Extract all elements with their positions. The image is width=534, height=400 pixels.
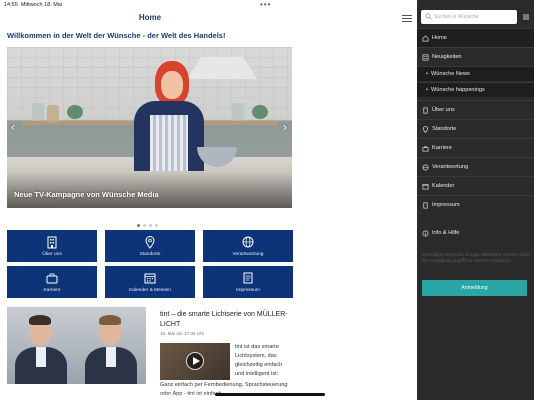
- tile-label: Verantwortung: [232, 252, 264, 257]
- sidebar-item-info-hilfe[interactable]: Info & Hilfe: [417, 224, 534, 243]
- tile-label: Kalender & Messen: [129, 288, 171, 293]
- tile-label: Über uns: [42, 252, 62, 257]
- page-title: Home: [138, 13, 162, 22]
- news-image[interactable]: [7, 307, 146, 384]
- search-box[interactable]: [421, 10, 517, 24]
- news-video[interactable]: [160, 343, 230, 380]
- sidebar-item-label: Info & Hilfe: [432, 230, 460, 236]
- news-title[interactable]: tint – die smarte Lichtserie von MÜLLER-…: [160, 310, 295, 330]
- sidebar-item-impressum[interactable]: Impressum: [417, 195, 534, 214]
- location-pin-icon: [422, 126, 429, 133]
- status-time: 14:55 Mittwoch 18. Mai: [4, 2, 63, 8]
- sidebar-item-standorte[interactable]: Standorte: [417, 119, 534, 138]
- sidebar-item-label: Wünsche News: [431, 71, 470, 77]
- sidebar-item-label: Kalender: [432, 183, 455, 189]
- sidebar-item-label: Karriere: [432, 145, 452, 151]
- close-menu-icon[interactable]: [521, 12, 531, 22]
- sidebar-item-label: Verantwortung: [432, 164, 469, 170]
- globe-icon: [203, 235, 293, 249]
- tile-impressum[interactable]: Impressum: [203, 266, 293, 298]
- tile-karriere[interactable]: Karriere: [7, 266, 97, 298]
- login-info-text: Berechtigte Wünsche Gruppe Mitarbeiter e…: [422, 252, 530, 264]
- top-bar: Home: [0, 10, 417, 28]
- globe-icon: [422, 164, 429, 171]
- document-icon: [423, 202, 428, 209]
- info-icon: [422, 230, 429, 237]
- carousel-next-icon[interactable]: ›: [283, 120, 287, 134]
- sidebar-item-home[interactable]: Home: [417, 28, 534, 47]
- play-icon[interactable]: [186, 352, 204, 370]
- menu-icon[interactable]: [402, 15, 412, 23]
- pager-dot[interactable]: [155, 224, 158, 227]
- hero-carousel[interactable]: ‹ ›: [7, 47, 292, 208]
- tile-verantwortung[interactable]: Verantwortung: [203, 230, 293, 262]
- pager-dot[interactable]: [143, 224, 146, 227]
- sidebar-item-wuensche-happenings[interactable]: • Wünsche happenings: [417, 82, 534, 97]
- tile-label: Impressum: [236, 288, 260, 293]
- building-icon: [7, 235, 97, 249]
- sidebar-item-label: Standorte: [432, 126, 457, 132]
- search-icon: [425, 13, 432, 20]
- home-icon: [422, 35, 429, 42]
- calendar-icon: [422, 183, 429, 190]
- briefcase-icon: [7, 271, 97, 285]
- tile-ueber-uns[interactable]: Über uns: [7, 230, 97, 262]
- welcome-heading: Willkommen in der Welt der Wünsche - der…: [7, 31, 226, 40]
- news-text: tint ist das smarte Lichtsystem, das gle…: [235, 344, 283, 377]
- news-icon: [422, 54, 429, 61]
- sidebar-item-verantwortung[interactable]: Verantwortung: [417, 157, 534, 176]
- search-input[interactable]: [434, 11, 514, 23]
- sidebar-menu: Home Neuigkeiten • Wünsche News • Wünsch…: [417, 0, 534, 400]
- tile-label: Standorte: [139, 252, 161, 257]
- sidebar-item-label: Wünsche happenings: [431, 87, 485, 93]
- sidebar-item-ueber-uns[interactable]: Über uns: [417, 100, 534, 119]
- tile-standorte[interactable]: Standorte: [105, 230, 195, 262]
- pager-dot[interactable]: [137, 224, 140, 227]
- briefcase-icon: [422, 146, 429, 152]
- home-indicator[interactable]: [215, 393, 325, 396]
- tile-kalender-messen[interactable]: Kalender & Messen: [105, 266, 195, 298]
- hero-caption[interactable]: Neue TV-Kampagne von Wünsche Media: [14, 190, 159, 199]
- sidebar-item-karriere[interactable]: Karriere: [417, 138, 534, 157]
- login-button[interactable]: Anmeldung: [422, 280, 527, 296]
- calendar-icon: [105, 271, 195, 285]
- pager-dot[interactable]: [149, 224, 152, 227]
- sidebar-item-label: Über uns: [432, 107, 455, 113]
- sidebar-item-kalender[interactable]: Kalender: [417, 176, 534, 195]
- sidebar-item-label: Neuigkeiten: [432, 54, 462, 60]
- tile-label: Karriere: [43, 288, 61, 293]
- sidebar-item-wuensche-news[interactable]: • Wünsche News: [417, 66, 534, 81]
- status-bar: 14:55 Mittwoch 18. Mai •••: [0, 0, 417, 10]
- sidebar-item-label: Home: [432, 35, 447, 41]
- sidebar-item-neuigkeiten[interactable]: Neuigkeiten: [417, 47, 534, 66]
- news-date: 16. Mai um 17:36 Uhr: [160, 331, 205, 336]
- carousel-prev-icon[interactable]: ‹: [11, 120, 15, 134]
- sidebar-item-label: Impressum: [432, 202, 460, 208]
- building-icon: [423, 107, 428, 114]
- multitask-dots[interactable]: •••: [260, 0, 271, 9]
- location-pin-icon: [105, 235, 195, 249]
- main-content: 14:55 Mittwoch 18. Mai ••• Home Willkomm…: [0, 0, 417, 400]
- document-icon: [203, 271, 293, 285]
